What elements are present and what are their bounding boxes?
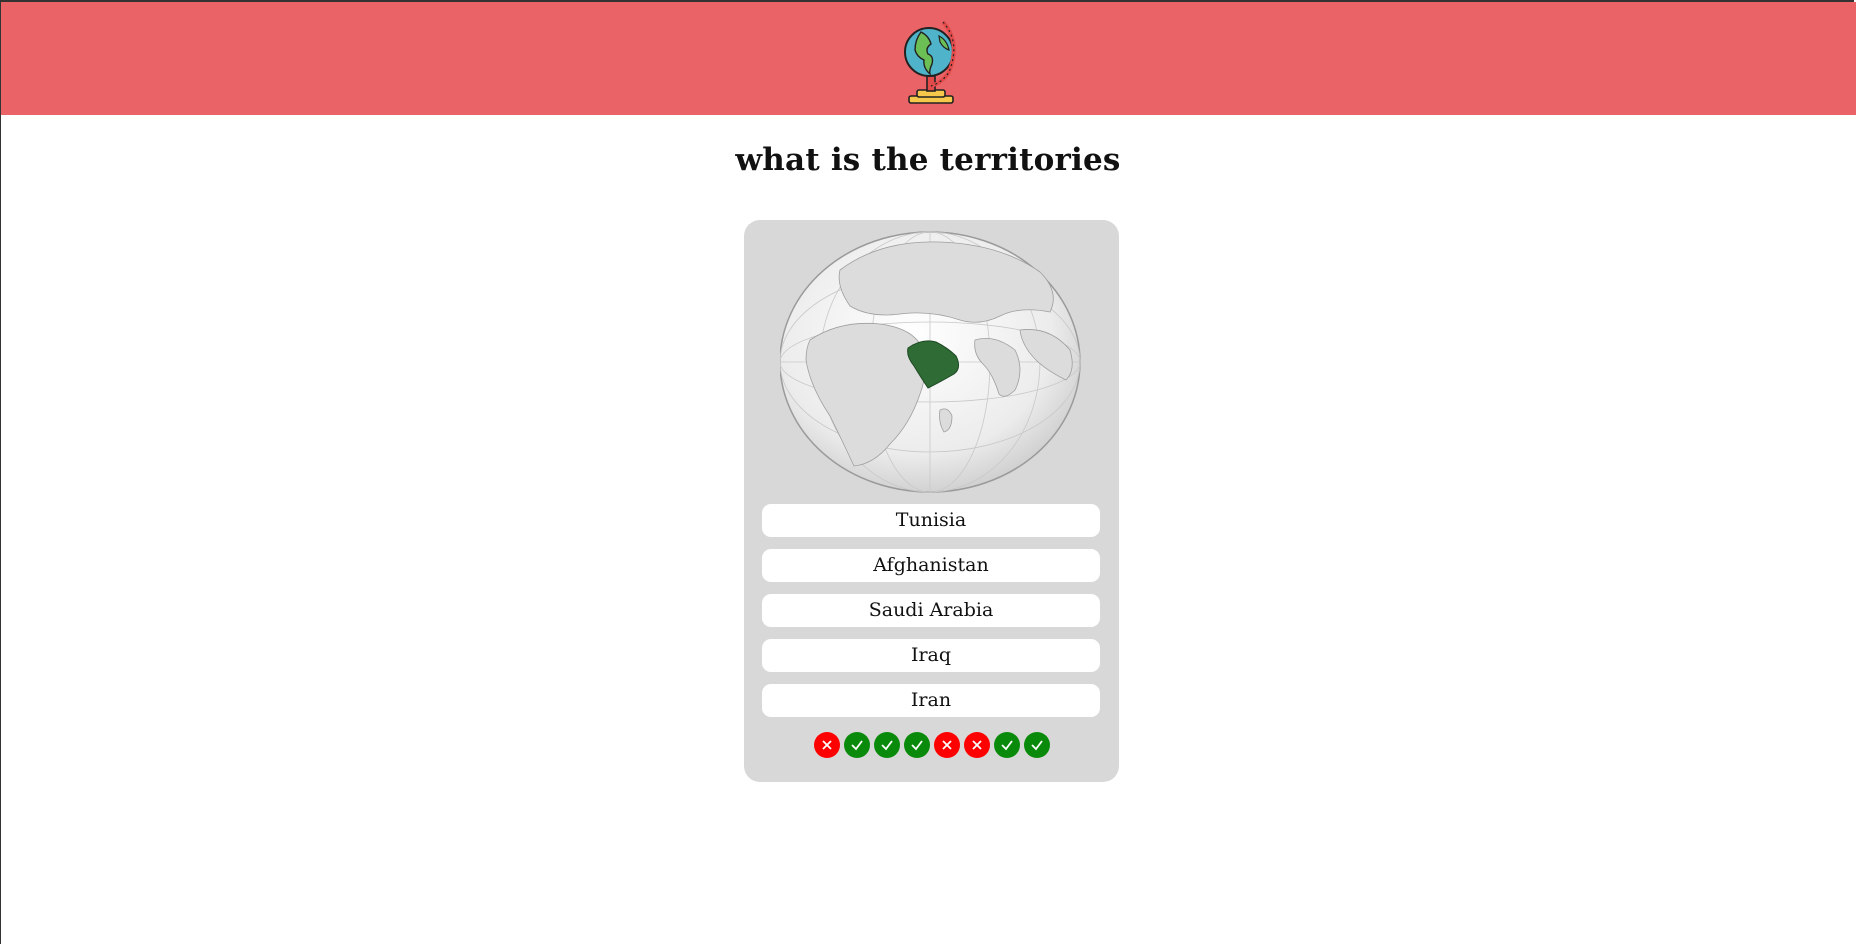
answer-option-tunisia[interactable]: Tunisia [762,504,1100,537]
check-icon [1000,740,1013,751]
result-right [843,732,870,758]
result-wrong [933,732,960,758]
check-icon [910,740,923,751]
result-right [993,732,1020,758]
result-wrong [813,732,840,758]
answer-option-saudi-arabia[interactable]: Saudi Arabia [762,594,1100,627]
question-title: what is the territories [735,142,1121,178]
cross-icon [971,740,982,750]
answer-option-afghanistan[interactable]: Afghanistan [762,549,1100,582]
quiz-card: Tunisia Afghanistan Saudi Arabia Iraq Ir… [744,220,1119,782]
check-icon [1030,740,1043,751]
result-wrong [963,732,990,758]
result-right [1023,732,1050,758]
globe-icon [904,20,956,104]
territory-map [780,231,1081,493]
answer-option-iran[interactable]: Iran [762,684,1100,717]
cross-icon [821,740,832,750]
app-header [1,2,1856,115]
check-icon [850,740,863,751]
result-right [903,732,930,758]
score-history [744,732,1119,758]
answer-option-iraq[interactable]: Iraq [762,639,1100,672]
check-icon [880,740,893,751]
cross-icon [941,740,952,750]
result-right [873,732,900,758]
